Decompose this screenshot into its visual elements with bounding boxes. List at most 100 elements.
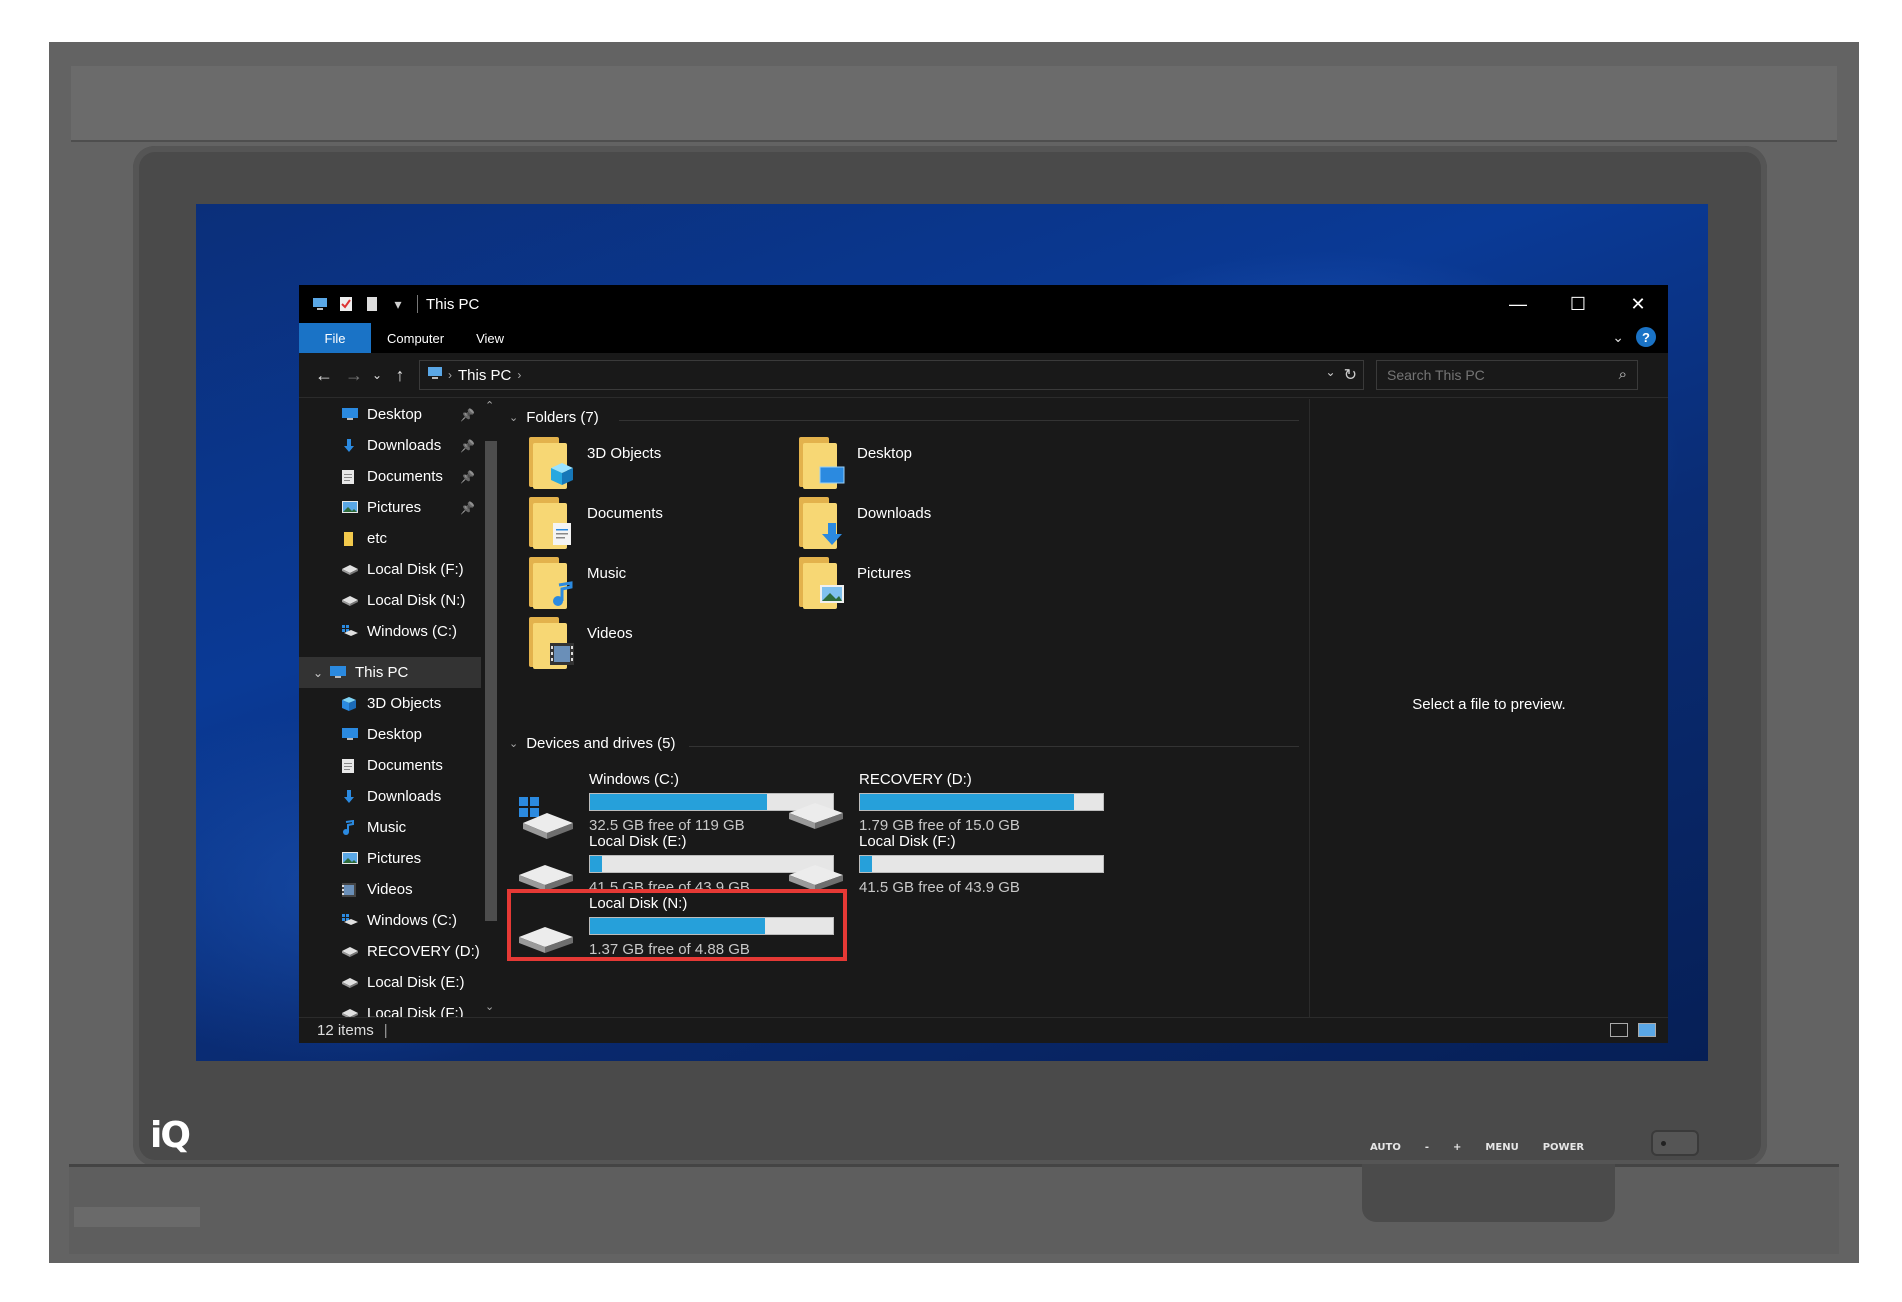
sidebar-item[interactable]: Videos [299,874,499,905]
file-explorer-window: ▾ This PC — ☐ ✕ File Computer View ⌄ ? ←… [299,285,1668,1043]
new-folder-icon[interactable] [363,295,381,313]
navigation-scrollbar[interactable]: ⌃ ⌄ [481,399,499,1017]
drive-free-space: 1.79 GB free of 15.0 GB [859,817,1020,834]
ribbon-right-controls: ⌄ ? [1612,327,1656,347]
monitor-button-minus[interactable]: - [1425,1142,1429,1153]
navigation-pane: Desktop 📌 Downloads 📌 Documents 📌 Pictures 📌 etc… [299,399,499,1017]
expand-ribbon-icon[interactable]: ⌄ [1612,329,1624,346]
sidebar-item[interactable]: 3D Objects [299,688,499,719]
sidebar-item[interactable]: Windows (C:) [299,616,499,647]
collapse-chevron-icon[interactable]: ⌄ [509,737,518,750]
folders-group-header[interactable]: ⌄ Folders (7) [509,409,599,426]
breadcrumb-chevron-icon[interactable]: › [448,368,452,382]
folder-item[interactable]: Pictures [797,555,1097,625]
folders-group-label: Folders (7) [526,409,599,426]
highlighted-drive-box [507,889,847,961]
forward-arrow-icon[interactable]: → [339,360,369,390]
windows-drive-icon [341,913,361,929]
navigation-scrollbar-thumb[interactable] [485,441,497,921]
folder-emblem-icon [819,581,845,607]
large-icons-view-icon[interactable] [1638,1023,1656,1037]
windows-drive-icon [341,624,361,640]
folder-item[interactable]: Videos [527,615,827,685]
pin-icon: 📌 [460,469,475,484]
search-icon[interactable]: ⌕ [1619,366,1627,383]
sidebar-item-label: Desktop [367,726,423,743]
minimize-button[interactable]: — [1488,285,1548,323]
sidebar-item-label: Windows (C:) [367,912,458,929]
sidebar-item[interactable]: Downloads [299,781,499,812]
drives-group-label: Devices and drives (5) [526,735,676,752]
monitor-button-menu[interactable]: MENU [1485,1142,1518,1153]
sidebar-item[interactable]: Local Disk (F:) [299,998,499,1017]
monitor-button-power[interactable]: POWER [1543,1142,1584,1153]
sidebar-item[interactable]: etc [299,523,499,554]
pin-icon: 📌 [460,438,475,453]
customize-toolbar-icon[interactable]: ▾ [389,295,407,313]
sidebar-item-label: Documents [367,757,443,774]
sidebar-item[interactable]: RECOVERY (D:) [299,936,499,967]
breadcrumb-chevron-icon[interactable]: › [517,368,521,382]
folder-icon [527,555,575,611]
monitor-button-plus[interactable]: + [1453,1142,1461,1153]
close-button[interactable]: ✕ [1608,285,1668,323]
sidebar-item[interactable]: Music [299,812,499,843]
pin-icon: 📌 [460,407,475,422]
desktop-icon [341,727,361,743]
navigation-bar: ← → ⌄ ↑ › This PC › ⌄ ↻ ⌕ [299,353,1668,398]
details-view-icon[interactable] [1610,1023,1628,1037]
back-arrow-icon[interactable]: ← [309,360,339,390]
monitor-button-auto[interactable]: AUTO [1370,1142,1401,1153]
address-bar[interactable]: › This PC › ⌄ ↻ [419,360,1364,390]
drive-usage-bar [859,793,1104,811]
folder-icon [797,435,845,491]
collapse-chevron-icon[interactable]: ⌄ [509,411,518,424]
folder-name: Documents [587,505,663,522]
sidebar-item-label: Downloads [367,788,442,805]
drive-icon [787,797,845,831]
sidebar-item[interactable]: Desktop 📌 [299,399,499,430]
drive-free-space: 41.5 GB free of 43.9 GB [859,879,1020,896]
sidebar-item[interactable]: Local Disk (E:) [299,967,499,998]
recent-locations-chevron-icon[interactable]: ⌄ [369,360,385,390]
sidebar-item[interactable]: Downloads 📌 [299,430,499,461]
scroll-down-chevron-icon[interactable]: ⌄ [485,1000,494,1013]
address-history-chevron-icon[interactable]: ⌄ [1326,365,1336,385]
folder-name: Downloads [857,505,932,522]
breadcrumb-this-pc[interactable]: This PC [458,367,511,384]
folder-emblem-icon [549,461,575,487]
tab-computer[interactable]: Computer [371,323,460,353]
sidebar-item-label: This PC [355,664,409,681]
tab-file[interactable]: File [299,323,371,353]
refresh-icon[interactable]: ↻ [1344,365,1357,385]
folder-name: Music [587,565,627,582]
ribbon-tabs: File Computer View ⌄ ? [299,323,1668,353]
search-input[interactable] [1387,367,1607,383]
sidebar-item[interactable]: Pictures [299,843,499,874]
sidebar-item[interactable]: Local Disk (N:) [299,585,499,616]
sidebar-item[interactable]: Desktop [299,719,499,750]
drives-group-header[interactable]: ⌄ Devices and drives (5) [509,735,675,752]
monitor-brand-logo: iQ [150,1115,191,1156]
expand-chevron-icon[interactable]: ⌄ [313,666,323,680]
sidebar-item-label: Downloads [367,437,442,454]
sidebar-item[interactable]: Documents 📌 [299,461,499,492]
sidebar-item-label: Local Disk (E:) [367,974,465,991]
sidebar-item[interactable]: Local Disk (F:) [299,554,499,585]
tab-view[interactable]: View [460,323,520,353]
up-arrow-icon[interactable]: ↑ [385,360,415,390]
sidebar-item-this-pc[interactable]: ⌄ This PC [299,657,499,688]
this-pc-icon [329,665,349,681]
desktop-icon [341,407,361,423]
search-box[interactable]: ⌕ [1376,360,1638,390]
maximize-button[interactable]: ☐ [1548,285,1608,323]
help-icon[interactable]: ? [1636,327,1656,347]
properties-icon[interactable] [337,295,355,313]
status-separator: | [383,1022,388,1039]
group-divider [689,746,1299,747]
sidebar-item[interactable]: Windows (C:) [299,905,499,936]
sidebar-item[interactable]: Pictures 📌 [299,492,499,523]
sidebar-item[interactable]: Documents [299,750,499,781]
status-bar: 12 items | [299,1017,1668,1043]
scroll-up-chevron-icon[interactable]: ⌃ [485,399,494,412]
